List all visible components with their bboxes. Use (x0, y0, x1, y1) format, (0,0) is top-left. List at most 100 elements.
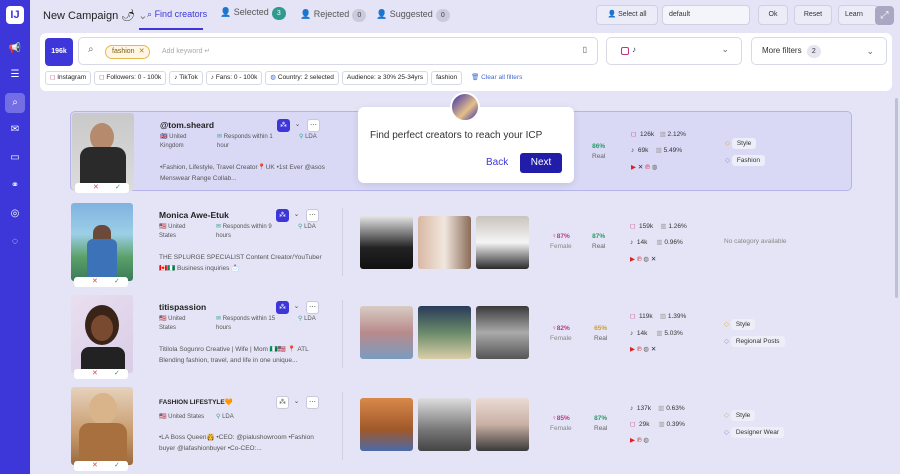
x-icon[interactable]: ✕ (651, 346, 656, 353)
suggested-count-badge: 0 (435, 9, 450, 22)
add-to-list-icon[interactable]: ⁂ (276, 209, 289, 222)
reject-icon[interactable]: ✕ (92, 277, 98, 285)
post-thumbnail[interactable] (476, 216, 529, 269)
reject-icon[interactable]: ✕ (92, 461, 98, 469)
pinterest-icon[interactable]: ℗ (637, 437, 642, 444)
megaphone-icon[interactable]: 📢 (5, 39, 25, 59)
more-options-icon[interactable]: ⋯ (307, 119, 320, 132)
pinterest-icon[interactable]: ℗ (645, 164, 650, 171)
bookmark-icon[interactable]: ▯ (583, 45, 587, 54)
pinterest-icon[interactable]: ℗ (637, 346, 642, 353)
category-label: Regional Posts (730, 336, 785, 347)
post-thumbnail[interactable] (360, 306, 413, 359)
globe-icon[interactable]: ◍ (643, 346, 649, 353)
target-icon[interactable]: ◎ (5, 204, 25, 224)
creator-row[interactable]: ✕ ✓ titispassion 🇺🇸 United States ✉ Respo… (70, 294, 852, 379)
creator-name[interactable]: @tom.sheard (160, 120, 214, 130)
preset-input[interactable]: default (662, 5, 750, 25)
keyword-chip[interactable]: fashion ✕ (105, 45, 150, 59)
close-icon[interactable]: ✕ (139, 46, 145, 58)
accept-icon[interactable]: ✓ (115, 183, 121, 191)
lda-label: LDA (304, 224, 316, 230)
tab-find-creators[interactable]: ⌕ Find creators (147, 9, 207, 20)
next-button[interactable]: Next (520, 153, 562, 173)
more-options-icon[interactable]: ⋯ (306, 301, 319, 314)
x-icon[interactable]: ✕ (651, 256, 656, 263)
chat-icon[interactable]: ◌ (5, 232, 25, 252)
post-thumbnail[interactable] (360, 398, 413, 451)
creator-photo[interactable] (72, 113, 134, 191)
accept-icon[interactable]: ✓ (114, 461, 120, 469)
creator-photo[interactable] (71, 295, 133, 373)
youtube-icon[interactable]: ▶ (631, 164, 636, 171)
tiktok-icon: ♪ (630, 405, 634, 412)
filter-chip[interactable]: ◍ Country: 2 selected (265, 71, 339, 85)
followers: 14k (636, 239, 648, 246)
globe-icon[interactable]: ◍ (652, 164, 658, 171)
add-to-list-icon[interactable]: ⁂ (276, 396, 289, 409)
chevron-down-icon[interactable]: ⌄ (290, 209, 303, 222)
accept-icon[interactable]: ✓ (114, 369, 120, 377)
platform-select[interactable]: ♪ ⌄ (606, 37, 742, 65)
chevron-down-icon[interactable]: ⌄ (290, 301, 303, 314)
reset-button[interactable]: Reset (794, 5, 832, 25)
creator-photo[interactable] (71, 203, 133, 281)
filter-chip[interactable]: ♪ TikTok (169, 71, 203, 85)
mail-icon[interactable]: ✉ (5, 120, 25, 140)
more-options-icon[interactable]: ⋯ (306, 396, 319, 409)
post-thumbnail[interactable] (476, 306, 529, 359)
creator-photo[interactable] (71, 387, 133, 465)
post-thumbnail[interactable] (476, 398, 529, 451)
real-label: Real (594, 335, 608, 342)
creator-name[interactable]: Monica Awe-Etuk (159, 210, 229, 220)
reject-icon[interactable]: ✕ (93, 183, 99, 191)
tab-selected[interactable]: 👤 Selected 3 (220, 7, 286, 20)
add-to-list-icon[interactable]: ⁂ (276, 301, 289, 314)
filter-chip[interactable]: ◻ Instagram (45, 71, 92, 85)
card-icon[interactable]: ▭ (5, 148, 25, 168)
back-button[interactable]: Back (486, 157, 508, 168)
post-thumbnail[interactable] (418, 306, 471, 359)
post-thumbnail[interactable] (360, 216, 413, 269)
post-thumbnail[interactable] (418, 398, 471, 451)
creator-name[interactable]: titispassion (159, 302, 206, 312)
chevron-down-icon[interactable]: ⌄ (290, 396, 303, 409)
more-options-icon[interactable]: ⋯ (306, 209, 319, 222)
select-all-button[interactable]: 👤 Select all (596, 5, 658, 25)
expand-icon[interactable]: ⤢ (875, 6, 894, 25)
pinterest-icon[interactable]: ℗ (637, 256, 642, 263)
clear-all-filters-button[interactable]: 🗑 Clear all filters (471, 74, 522, 81)
category-label: Style (731, 138, 757, 149)
search-input[interactable]: ⌕ fashion ✕ Add keyword ↵ ▯ (78, 37, 598, 65)
filter-chip[interactable]: fashion (431, 71, 463, 85)
response-label: Responds within 15 hours (216, 316, 276, 331)
creator-name[interactable]: FASHION LIFESTYLE🧡 (159, 398, 233, 406)
tab-rejected[interactable]: 👤 Rejected 0 (300, 9, 367, 22)
chevron-down-icon[interactable]: ⌄ (291, 119, 304, 132)
globe-icon[interactable]: ◍ (643, 437, 649, 444)
globe-icon[interactable]: ◍ (643, 256, 649, 263)
youtube-icon[interactable]: ▶ (630, 346, 635, 353)
network-icon[interactable]: ⚭ (5, 176, 25, 196)
ok-button[interactable]: Ok (758, 5, 788, 25)
youtube-icon[interactable]: ▶ (630, 437, 635, 444)
more-filters-button[interactable]: More filters 2 ⌄ (751, 37, 887, 65)
x-icon[interactable]: ✕ (638, 164, 643, 171)
campaign-selector[interactable]: New Campaign 🌶 ⌄ (43, 9, 148, 22)
learn-button[interactable]: Learn (838, 5, 878, 25)
creator-row[interactable]: ✕ ✓ FASHION LIFESTYLE🧡 🇺🇸 United States ⚲… (70, 386, 852, 471)
filter-chip[interactable]: ◻ Followers: 0 - 100k (94, 71, 167, 85)
filter-chip[interactable]: ♪ Fans: 0 - 100k (205, 71, 263, 85)
youtube-icon[interactable]: ▶ (630, 256, 635, 263)
creator-row[interactable]: ✕ ✓ Monica Awe-Etuk 🇺🇸 United States ✉ Re… (70, 202, 852, 287)
add-to-list-icon[interactable]: ⁂ (277, 119, 290, 132)
tab-suggested[interactable]: 👤 Suggested 0 (376, 9, 450, 22)
accept-icon[interactable]: ✓ (114, 277, 120, 285)
post-thumbnail[interactable] (418, 216, 471, 269)
topbar: New Campaign 🌶 ⌄ ⌕ Find creators 👤 Selec… (30, 0, 900, 30)
list-icon[interactable]: ☰ (5, 65, 25, 85)
search-icon[interactable]: ⌕ (5, 93, 25, 113)
reject-icon[interactable]: ✕ (92, 369, 98, 377)
scrollbar[interactable] (895, 98, 898, 298)
filter-chip[interactable]: Audience: ≥ 30% 25-34yrs (341, 71, 429, 85)
